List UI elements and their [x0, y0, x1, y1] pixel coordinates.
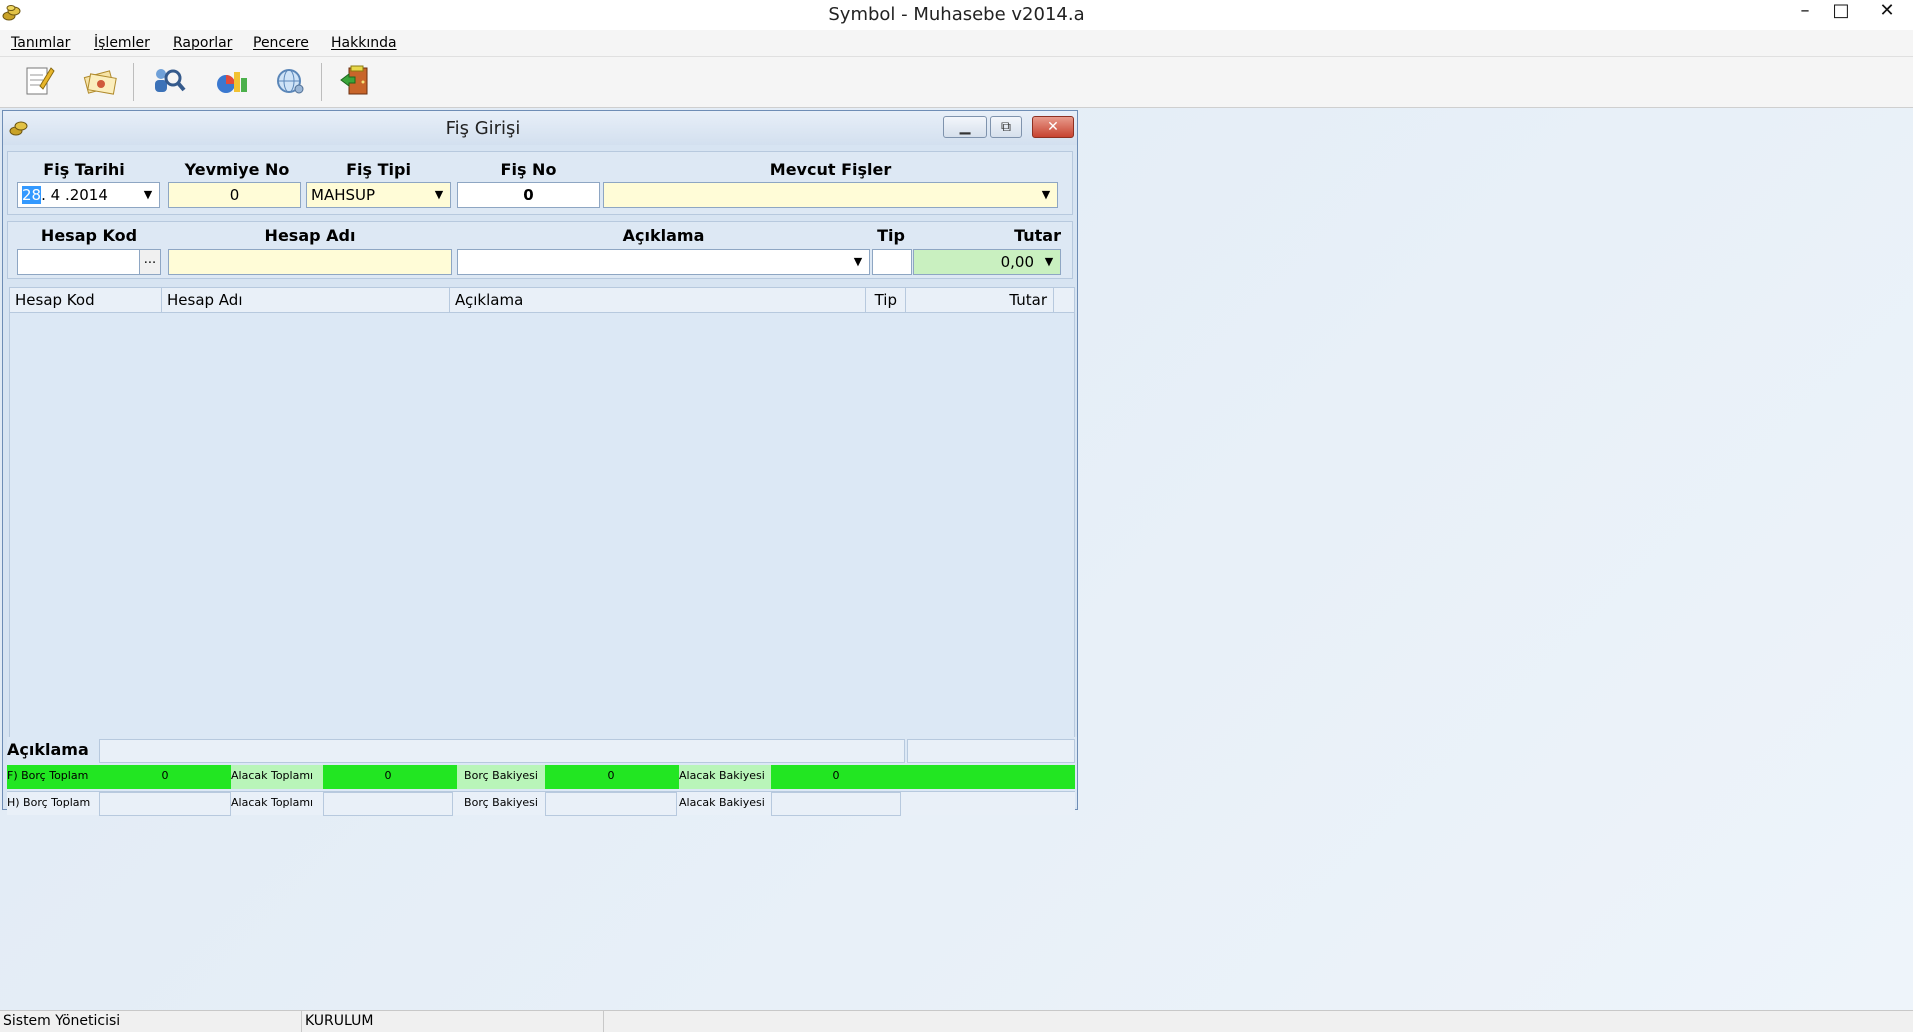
footer-aciklama-extra: [907, 739, 1075, 763]
settings-globe-button[interactable]: [269, 62, 309, 100]
hesap-kod-browse-button[interactable]: ...: [139, 250, 160, 274]
hesap-adi-label: Hesap Adı: [264, 226, 356, 245]
chart-report-button[interactable]: [210, 62, 250, 100]
entry-panel: Hesap Kod ... Hesap Adı Açıklama ▼ Tip T…: [7, 221, 1073, 279]
yevmiye-no-field[interactable]: 0: [168, 182, 301, 208]
voucher-header-panel: Fiş Tarihi 28. 4 .2014 ▼ Yevmiye No 0 Fi…: [7, 151, 1073, 215]
menu-hakkinda[interactable]: Hakkında: [331, 35, 397, 51]
maximize-button[interactable]: □: [1821, 0, 1861, 26]
exit-door-icon: [340, 65, 368, 95]
h-alacak-bakiye-label: Alacak Bakiyesi: [679, 796, 765, 809]
close-button[interactable]: ✕: [1867, 0, 1907, 26]
fis-tarihi-label: Fiş Tarihi: [43, 160, 125, 179]
child-close-button[interactable]: ✕: [1032, 116, 1074, 138]
fis-tarihi-rest: . 4 .2014: [41, 186, 108, 204]
tutar-field[interactable]: 0,00 ▼: [913, 249, 1061, 275]
toolbar: [0, 57, 1913, 108]
app-title-bar: Symbol - Muhasebe v2014.a – □ ✕: [0, 0, 1913, 30]
f-totals-row: F) Borç Toplam 0 Alacak Toplamı 0 Borç B…: [7, 765, 1075, 789]
menu-islemler[interactable]: İşlemler: [94, 35, 150, 51]
h-alacak-bakiye-value: [771, 792, 901, 816]
chevron-down-icon[interactable]: ▼: [847, 250, 869, 274]
tutar-value: 0,00: [1000, 253, 1034, 271]
child-minimize-button[interactable]: ▁: [943, 116, 987, 138]
grid-col-aciklama[interactable]: Açıklama: [450, 288, 866, 312]
search-users-icon: [155, 69, 186, 92]
child-title-bar: Fiş Girişi ▁ ⧉ ✕: [3, 111, 1077, 145]
fis-tarihi-day: 28: [22, 186, 42, 204]
fis-no-field[interactable]: 0: [457, 182, 600, 208]
h-borc-bakiye-value: [545, 792, 677, 816]
grid-col-tutar[interactable]: Tutar: [906, 288, 1054, 312]
h-totals-row: H) Borç Toplam Alacak Toplamı Borç Bakiy…: [7, 791, 1075, 816]
grid-header: Hesap Kod Hesap Adı Açıklama Tip Tutar: [9, 287, 1075, 313]
footer-aciklama-field[interactable]: [99, 739, 905, 763]
h-borc-bakiye-label: Borç Bakiyesi: [464, 796, 538, 809]
search-users-button[interactable]: [148, 62, 188, 100]
chevron-down-icon[interactable]: ▼: [1038, 250, 1060, 274]
chart-report-icon: [217, 72, 247, 93]
status-user: Sistem Yöneticisi: [0, 1011, 302, 1032]
vouchers-icon: [83, 70, 117, 95]
aciklama-label: Açıklama: [622, 226, 705, 245]
fis-tipi-value: MAHSUP: [311, 186, 376, 204]
f-borc-value: 0: [161, 769, 169, 782]
chevron-down-icon[interactable]: ▼: [428, 183, 450, 207]
menu-pencere[interactable]: Pencere: [253, 35, 309, 51]
footer-panel: Açıklama F) Borç Toplam 0 Alacak Toplamı…: [7, 737, 1077, 816]
toolbar-separator: [133, 63, 134, 101]
fis-tipi-select[interactable]: MAHSUP ▼: [306, 182, 451, 208]
grid-col-tip[interactable]: Tip: [866, 288, 906, 312]
mevcut-fisler-label: Mevcut Fişler: [769, 160, 892, 179]
vouchers-button[interactable]: [80, 62, 120, 100]
h-borc-value: [99, 792, 231, 816]
f-borc-bakiye-value: 0: [607, 769, 615, 782]
f-alacak-value: 0: [384, 769, 392, 782]
grid-col-hesap-kod[interactable]: Hesap Kod: [10, 288, 162, 312]
aciklama-select[interactable]: ▼: [457, 249, 870, 275]
exit-button[interactable]: [337, 62, 377, 100]
menu-raporlar[interactable]: Raporlar: [173, 35, 232, 51]
fis-tarihi-picker[interactable]: 28. 4 .2014 ▼: [17, 182, 160, 208]
footer-aciklama-label: Açıklama: [7, 740, 89, 759]
menu-bar: Tanımlar İşlemler Raporlar Pencere Hakkı…: [0, 30, 1913, 57]
tutar-label: Tutar: [1014, 226, 1061, 245]
child-title: Fiş Girişi: [445, 118, 521, 139]
f-borc-label: F) Borç Toplam: [7, 769, 89, 782]
hesap-kod-field[interactable]: ...: [17, 249, 161, 275]
f-borc-bakiye-label: Borç Bakiyesi: [457, 765, 545, 789]
h-alacak-label: Alacak Toplamı: [231, 796, 314, 809]
status-bar: Sistem Yöneticisi KURULUM: [0, 1010, 1913, 1032]
new-document-icon: [26, 67, 55, 95]
fis-no-label: Fiş No: [500, 160, 557, 179]
tip-field[interactable]: [872, 249, 912, 275]
toolbar-separator: [321, 63, 322, 101]
f-alacak-bakiye-label: Alacak Bakiyesi: [679, 765, 771, 789]
h-alacak-value: [323, 792, 453, 816]
new-document-button[interactable]: [18, 62, 58, 100]
status-company: KURULUM: [302, 1011, 604, 1032]
f-alacak-bakiye-value: 0: [832, 769, 840, 782]
child-restore-button[interactable]: ⧉: [990, 116, 1022, 138]
yevmiye-no-label: Yevmiye No: [184, 160, 290, 179]
grid-body[interactable]: [9, 313, 1075, 737]
hesap-adi-field[interactable]: [168, 249, 452, 275]
fis-tipi-label: Fiş Tipi: [346, 160, 411, 179]
grid-col-hesap-adi[interactable]: Hesap Adı: [162, 288, 450, 312]
chevron-down-icon[interactable]: ▼: [1035, 183, 1057, 207]
voucher-entry-window: Fiş Girişi ▁ ⧉ ✕ Fiş Tarihi 28. 4 .2014 …: [2, 110, 1078, 816]
menu-tanimlar[interactable]: Tanımlar: [11, 35, 70, 51]
minimize-button[interactable]: –: [1785, 0, 1825, 26]
chevron-down-icon[interactable]: ▼: [137, 183, 159, 207]
h-borc-label: H) Borç Toplam: [7, 796, 91, 809]
mevcut-fisler-select[interactable]: ▼: [603, 182, 1058, 208]
settings-globe-icon: [277, 69, 304, 94]
app-title: Symbol - Muhasebe v2014.a: [828, 4, 1085, 25]
tip-label: Tip: [877, 226, 905, 245]
f-alacak-label: Alacak Toplamı: [231, 765, 323, 789]
hesap-kod-label: Hesap Kod: [40, 226, 138, 245]
